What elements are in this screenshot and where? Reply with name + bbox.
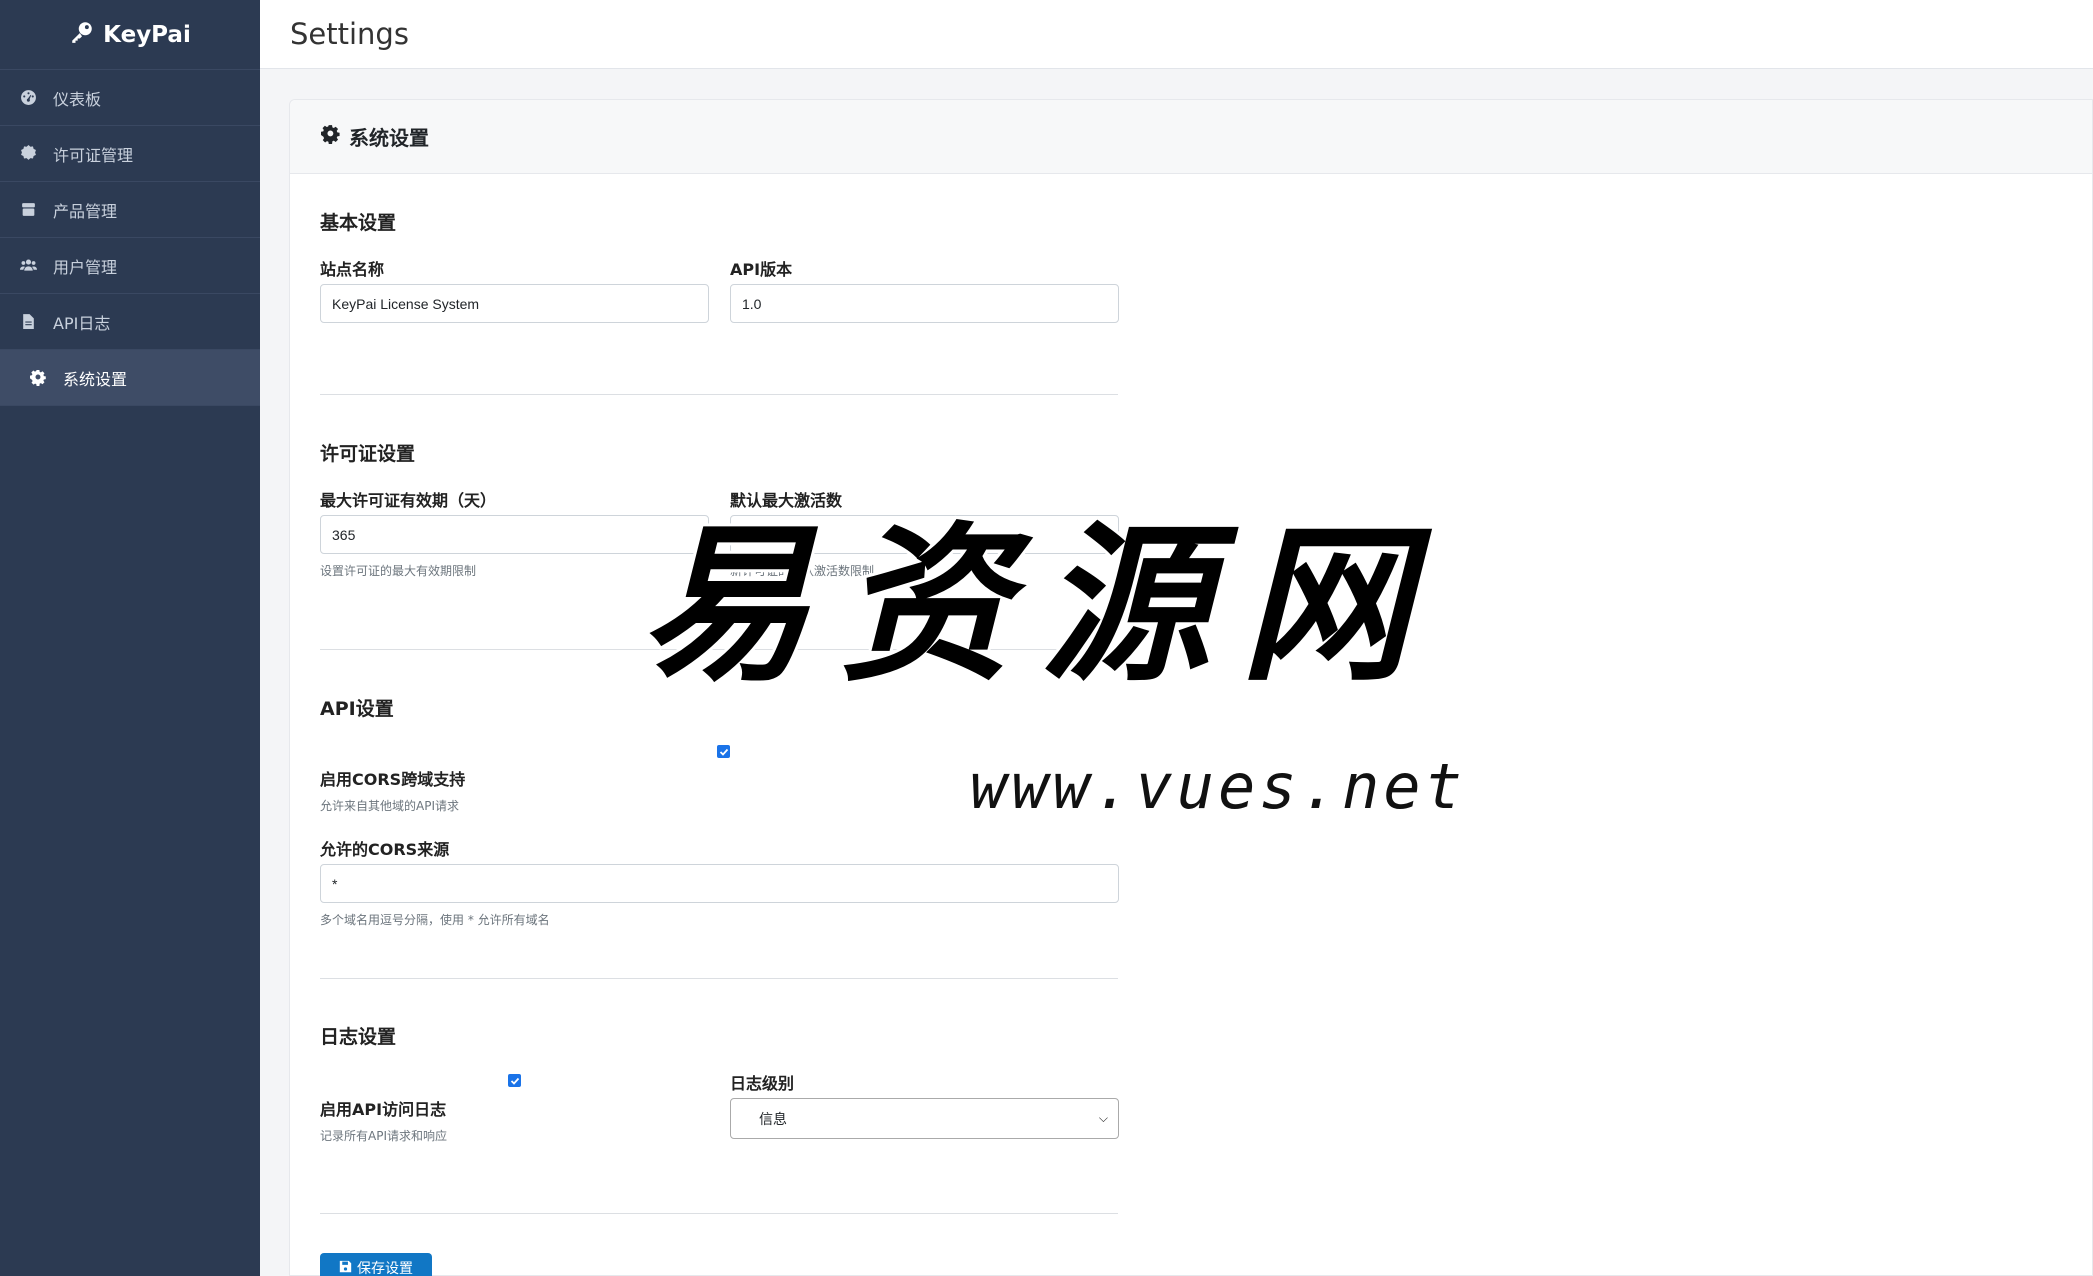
max-validity-input[interactable]: 365 <box>320 515 709 554</box>
brand-logo[interactable]: KeyPai <box>0 0 260 70</box>
sidebar-item-licenses[interactable]: 许可证管理 <box>0 126 260 182</box>
brand-name: KeyPai <box>103 21 191 48</box>
card-title: 系统设置 <box>349 126 429 150</box>
users-icon <box>20 257 37 274</box>
divider <box>320 649 1118 650</box>
cors-origins-input[interactable]: * <box>320 864 1119 903</box>
api-section-title: API设置 <box>320 698 394 720</box>
sidebar-item-users[interactable]: 用户管理 <box>0 238 260 294</box>
site-name-label: 站点名称 <box>320 260 385 279</box>
default-activations-hint: 新许可证的默认激活数限制 <box>730 564 875 578</box>
page-title: Settings <box>290 17 409 51</box>
save-button-label: 保存设置 <box>357 1261 413 1276</box>
settings-card: 系统设置 基本设置 站点名称 KeyPai License System API… <box>289 99 2093 1276</box>
cors-enable-label: 启用CORS跨域支持 <box>320 770 466 789</box>
cors-enable-checkbox[interactable] <box>717 745 730 758</box>
sidebar-item-settings[interactable]: 系统设置 <box>0 350 260 406</box>
file-icon <box>20 313 37 330</box>
divider <box>320 394 1118 395</box>
site-name-input[interactable]: KeyPai License System <box>320 284 709 323</box>
log-level-value: 信息 <box>759 1111 787 1128</box>
sidebar-item-label: 产品管理 <box>53 201 118 221</box>
chevron-down-icon: ⌵ <box>1098 1111 1108 1125</box>
sidebar-item-dashboard[interactable]: 仪表板 <box>0 70 260 126</box>
max-validity-label: 最大许可证有效期（天） <box>320 491 497 510</box>
gear-icon <box>321 124 341 149</box>
sidebar-item-label: 许可证管理 <box>53 145 134 165</box>
gear-icon <box>30 369 47 386</box>
sidebar-item-products[interactable]: 产品管理 <box>0 182 260 238</box>
card-header: 系统设置 <box>290 100 2092 174</box>
api-log-checkbox[interactable] <box>508 1074 521 1087</box>
api-version-label: API版本 <box>730 260 793 279</box>
box-icon <box>20 201 37 218</box>
save-icon <box>339 1260 352 1276</box>
api-version-input[interactable]: 1.0 <box>730 284 1119 323</box>
api-log-label: 启用API访问日志 <box>320 1100 447 1119</box>
log-level-select[interactable]: 信息 ⌵ <box>730 1098 1119 1139</box>
sidebar: KeyPai 仪表板 许可证管理 产品管理 用户管理 API日志 系统设置 <box>0 0 260 1276</box>
sidebar-item-label: API日志 <box>53 313 111 333</box>
cors-origins-hint: 多个域名用逗号分隔，使用 * 允许所有域名 <box>320 913 550 927</box>
api-log-hint: 记录所有API请求和响应 <box>320 1129 447 1143</box>
license-section-title: 许可证设置 <box>320 443 416 465</box>
sidebar-item-label: 仪表板 <box>53 89 102 109</box>
default-activations-label: 默认最大激活数 <box>730 491 843 510</box>
check-icon <box>510 1077 519 1085</box>
divider <box>320 978 1118 979</box>
cors-enable-hint: 允许来自其他域的API请求 <box>320 799 459 813</box>
sidebar-item-label: 用户管理 <box>53 257 118 277</box>
cors-origins-label: 允许的CORS来源 <box>320 840 450 859</box>
certificate-icon <box>20 145 37 162</box>
max-validity-hint: 设置许可证的最大有效期限制 <box>320 564 477 578</box>
default-activations-input[interactable]: 1 <box>730 515 1119 554</box>
basic-section-title: 基本设置 <box>320 212 397 234</box>
log-level-label: 日志级别 <box>730 1074 795 1093</box>
key-icon <box>69 19 95 51</box>
sidebar-item-api-logs[interactable]: API日志 <box>0 294 260 350</box>
dashboard-icon <box>20 89 37 106</box>
check-icon <box>719 748 728 756</box>
log-section-title: 日志设置 <box>320 1026 397 1048</box>
save-button[interactable]: 保存设置 <box>320 1253 432 1276</box>
sidebar-item-label: 系统设置 <box>63 369 128 389</box>
divider <box>320 1213 1118 1214</box>
top-bar: Settings <box>260 0 2093 69</box>
